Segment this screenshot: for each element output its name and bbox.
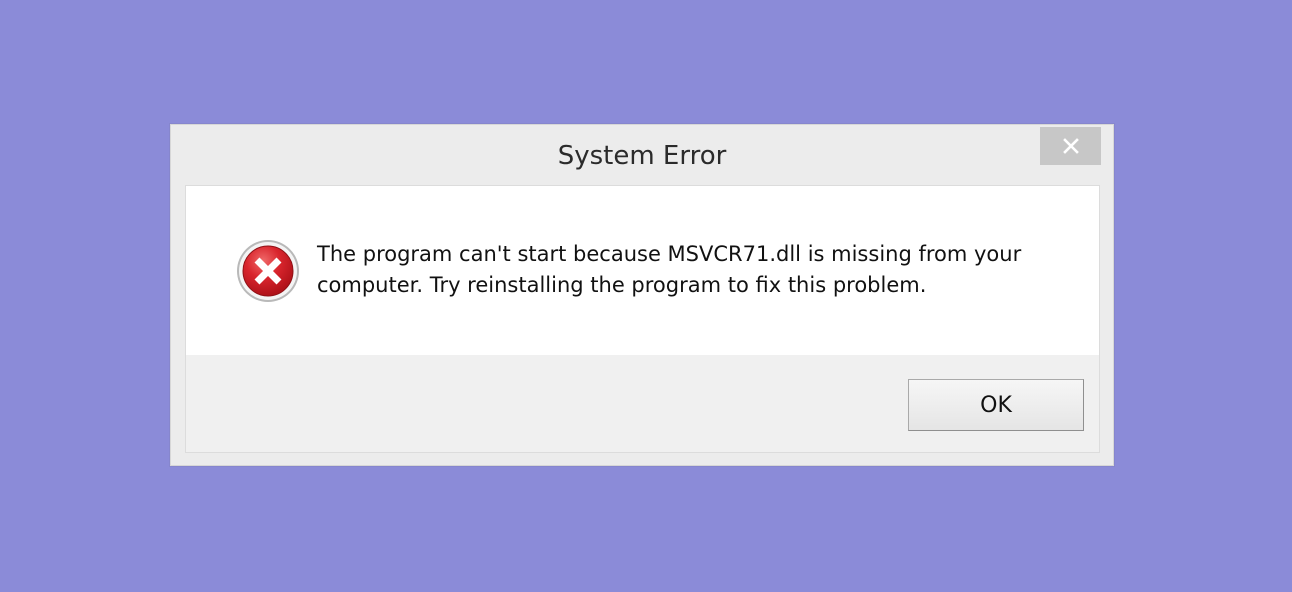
- error-message: The program can't start because MSVCR71.…: [317, 242, 1022, 297]
- dialog-body: The program can't start because MSVCR71.…: [185, 185, 1100, 453]
- message-area: The program can't start because MSVCR71.…: [186, 186, 1099, 355]
- error-icon: [237, 240, 299, 302]
- ok-button[interactable]: OK: [908, 379, 1084, 431]
- close-icon: [1062, 138, 1079, 154]
- button-area: OK: [186, 355, 1099, 452]
- dialog-title: System Error: [557, 141, 727, 171]
- close-button[interactable]: [1040, 127, 1101, 165]
- system-error-dialog: System Error The program can't start bec…: [170, 124, 1114, 466]
